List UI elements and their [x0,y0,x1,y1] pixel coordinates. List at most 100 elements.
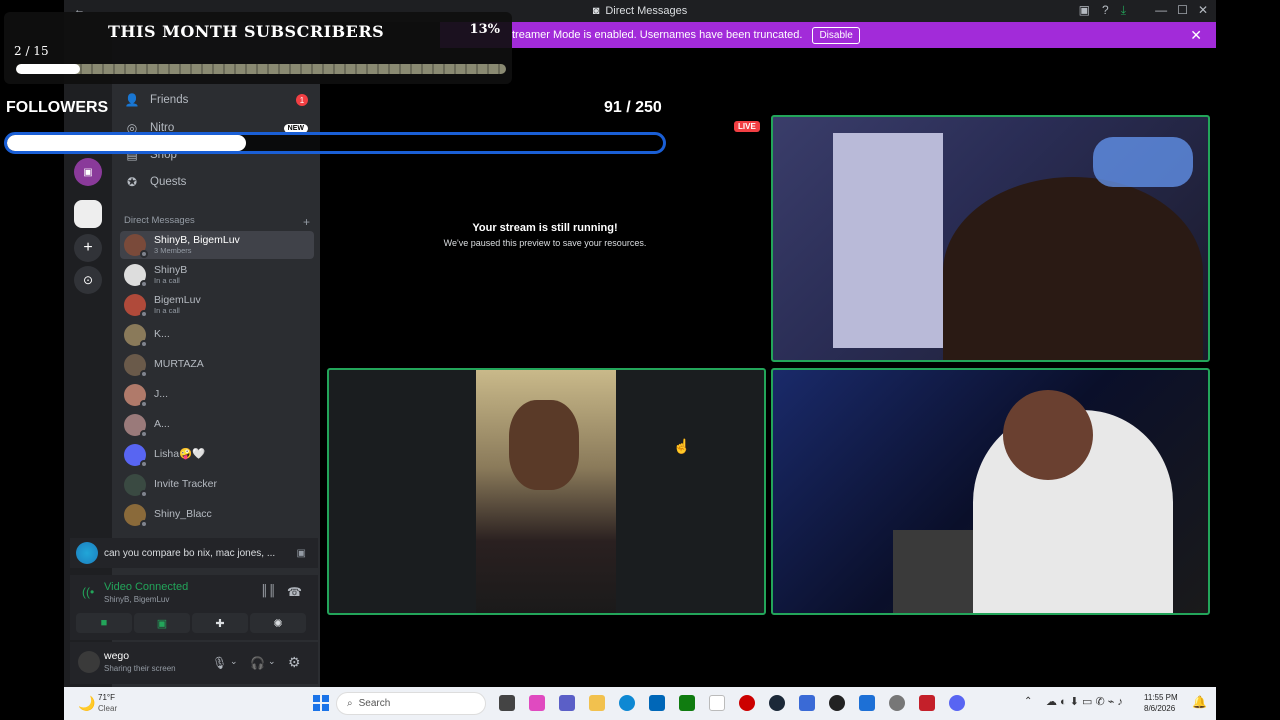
user-avatar[interactable] [78,651,100,673]
store-icon[interactable] [649,695,665,711]
disable-button[interactable]: Disable [812,26,860,44]
dm-text: MURTAZA [154,359,204,371]
server-icon[interactable]: ▣ [74,158,102,186]
video-tile[interactable] [771,115,1210,362]
disconnect-icon[interactable]: ☎ [287,585,302,599]
app-icon[interactable] [799,695,815,711]
dm-item[interactable]: ShinyB, BigemLuv 3 Members [120,231,314,259]
help-icon[interactable]: ? [1102,3,1109,18]
dm-item[interactable]: Shiny_Blacc [120,501,314,529]
edge-icon[interactable] [619,695,635,711]
dm-item[interactable]: Lisha🤪🤍 [120,441,314,469]
noise-suppression-icon[interactable]: ║║ [260,585,276,597]
weather-temp: 71°F [98,693,115,702]
headphones-icon[interactable]: 🎧 [250,656,265,670]
avatar [124,324,148,348]
paused-subtitle: We've paused this preview to save your r… [443,238,647,248]
soundboard-button[interactable]: ✺ [250,613,306,633]
cursor-icon: ☝ [673,438,691,454]
taskbar: 🌙 71°F Clear ⌕ Search ⌃ ☁ ◐ ⬇ ▭ ✆ ⌁ ♪ 11… [64,687,1216,720]
avatar [124,474,148,498]
app-icon[interactable] [919,695,935,711]
notifications-icon[interactable]: 🔔 [1192,695,1207,709]
copilot-icon[interactable] [529,695,545,711]
status-dot [140,370,148,378]
add-server-icon[interactable]: + [74,234,102,262]
dm-item[interactable]: A... [120,411,314,439]
xbox-icon[interactable] [679,695,695,711]
avatar [124,234,148,258]
dm-item[interactable]: J... [120,381,314,409]
nav-label: Friends [150,94,189,106]
start-icon[interactable] [313,695,329,711]
clock-date[interactable]: 8/6/2026 [1144,704,1175,713]
close-icon[interactable]: ✕ [1190,27,1202,44]
dm-name: K... [154,328,170,341]
nav-quests[interactable]: ✪ Quests [124,175,314,189]
dm-name: ShinyB, BigemLuv [154,234,240,247]
close-window-button[interactable]: ✕ [1198,3,1208,17]
weather-icon[interactable]: 🌙 [78,695,95,712]
status-dot [140,310,148,318]
status-dot [140,400,148,408]
minimize-button[interactable]: — [1155,3,1167,17]
download-icon[interactable]: ⤓ [1121,3,1126,18]
screen-icon[interactable]: ▣ [297,548,306,559]
record-icon[interactable] [739,695,755,711]
obs-icon[interactable] [829,695,845,711]
dm-item[interactable]: Invite Tracker [120,471,314,499]
dm-text: A... [154,419,170,431]
screen-share-button[interactable]: ▣ [134,613,190,633]
server-avatar-icon[interactable] [74,200,102,228]
dm-name: J... [154,388,169,401]
signal-icon: ((• [82,585,95,599]
chevron-down-icon[interactable]: ⌄ [268,656,276,667]
tray-icons[interactable]: ☁ ◐ ⬇ ▭ ✆ ⌁ ♪ [1046,695,1123,708]
dm-name: Invite Tracker [154,478,218,491]
dm-text: Lisha🤪🤍 [154,449,205,461]
face-image [509,400,579,490]
discover-icon[interactable]: ⊙ [74,266,102,294]
file-explorer-icon[interactable] [589,695,605,711]
steam-icon[interactable] [769,695,785,711]
dm-item[interactable]: K... [120,321,314,349]
video-tile[interactable]: ☝ [327,368,766,615]
dm-item[interactable]: MURTAZA [120,351,314,379]
dm-text: Shiny_Blacc [154,509,212,521]
nav-friends[interactable]: 👤 Friends 1 [124,93,314,107]
create-dm-icon[interactable]: + [303,215,310,229]
voice-status[interactable]: Video Connected [104,581,188,593]
video-tile[interactable] [771,368,1210,615]
notepad-icon[interactable] [709,695,725,711]
activities-button[interactable]: ✚ [192,613,248,633]
user-status: Sharing their screen [104,664,176,673]
avatar [124,354,148,378]
settings-icon[interactable]: ⚙ [288,654,301,671]
activity-panel[interactable]: can you compare bo nix, mac jones, ... ▣ [70,538,318,568]
discord-taskbar-icon[interactable] [949,695,965,711]
dm-item[interactable]: ShinyB In a call [120,261,314,289]
chevron-up-icon[interactable]: ⌃ [1024,696,1032,707]
maximize-button[interactable]: ☐ [1177,3,1188,17]
clock-time[interactable]: 11:55 PM [1144,693,1178,702]
taskbar-search[interactable]: ⌕ Search [336,692,486,715]
camera-button[interactable]: ■ [76,613,132,633]
person-image [943,177,1203,360]
voice-channel: ShinyB, BigemLuv [104,595,170,604]
dm-header-label: Direct Messages [124,215,195,226]
inbox-icon[interactable]: ▣ [1079,3,1090,18]
microphone-icon[interactable]: 🎙 [212,656,227,670]
avatar [124,444,148,468]
activity-text: can you compare bo nix, mac jones, ... [104,547,276,559]
dm-item[interactable]: BigemLuv In a call [120,291,314,319]
dm-text: Invite Tracker [154,479,217,491]
avatar [124,504,148,528]
status-dot [140,490,148,498]
teams-icon[interactable] [559,695,575,711]
neon-sign-image [1093,137,1193,187]
task-view-icon[interactable] [499,695,515,711]
chevron-down-icon[interactable]: ⌄ [230,656,238,667]
app-icon[interactable] [859,695,875,711]
avatar [124,264,148,288]
settings-app-icon[interactable] [889,695,905,711]
